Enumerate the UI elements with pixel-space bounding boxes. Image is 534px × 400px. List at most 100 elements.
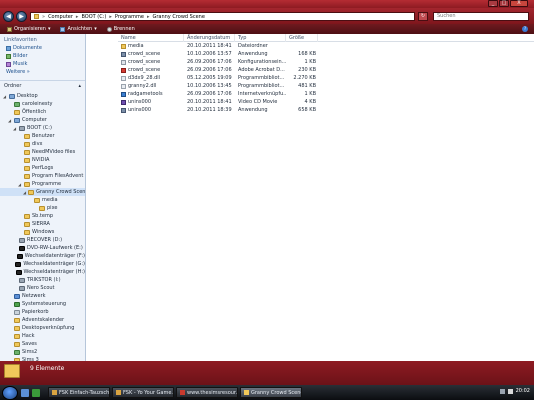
column-header-type[interactable]: Typ [235,33,286,42]
tree-node[interactable]: Nero Scout [0,284,85,292]
forward-arrow-icon[interactable]: ▶ [16,11,27,22]
expand-arrow-icon[interactable]: ◢ [23,190,26,195]
minimize-button[interactable]: _ [488,0,498,7]
drive-icon [19,237,25,243]
breadcrumb-computer[interactable]: Computer [48,14,73,20]
tree-node[interactable]: ◢ Computer [0,116,85,124]
file-row[interactable]: granny2.dll 10.10.2006 13:45 Programmbibli… [118,82,534,90]
file-row[interactable]: radgametools 26.09.2006 17:06 Internetverk… [118,90,534,98]
breadcrumb-programme[interactable]: Programme [115,14,144,20]
close-button[interactable]: X [510,0,528,7]
tree-node[interactable]: NVIDIA [0,156,85,164]
refresh-icon[interactable]: ↻ [418,12,428,21]
tree-node[interactable]: Netzwerk [0,292,85,300]
tree-node[interactable]: ◢ Programme [0,180,85,188]
tree-node-label: Systemsteuerung [22,301,67,307]
tree-node[interactable]: divx [0,140,85,148]
column-header-size[interactable]: Größe [286,33,318,42]
app-file-icon [121,107,126,113]
tree-node[interactable]: Sims2 [0,348,85,356]
column-header-date[interactable]: Änderungsdatum [184,33,235,42]
file-row[interactable]: media 20.10.2011 18:41 Dateiordner [118,42,534,50]
tree-node[interactable]: Sb.temp [0,212,85,220]
file-type: Programmbibliot... [238,75,285,81]
tree-node[interactable]: media [0,196,85,204]
taskbar-button[interactable]: www.thesimsresour... [176,387,238,398]
file-type: Anwendung [238,107,268,113]
net-icon [14,293,20,299]
file-type: Anwendung [238,51,268,57]
breadcrumb-boot-drive[interactable]: BOOT (C:) [81,14,106,20]
tree-node[interactable]: RECOVER (D:) [0,236,85,244]
drive-icon [19,277,25,283]
views-button[interactable]: Ansichten ▾ [55,26,101,32]
column-header-name[interactable]: Name [118,33,184,42]
address-bar[interactable]: » Computer ▸ BOOT (C:) ▸ Programme ▸ Gra… [30,12,415,21]
start-button[interactable] [2,385,18,400]
folder-icon [14,341,20,347]
window-controls: _ □ X [488,0,528,7]
tree-node[interactable]: Program FilesAdvent [0,172,85,180]
chevron-down-icon: ▾ [47,26,51,32]
expand-arrow-icon[interactable]: ◢ [18,182,22,187]
tree-node-label: BOOT (C:) [27,125,52,131]
tree-node[interactable]: ◢ Granny Crowd Scene [0,188,85,196]
expand-arrow-icon[interactable]: ◢ [13,126,17,131]
folder-tree: ◢ Desktop caroleinesty Öffentlich ◢ Computer ◢… [0,91,85,361]
tree-node[interactable]: NeedMVideo files [0,148,85,156]
tree-node[interactable]: ◢ BOOT (C:) [0,124,85,132]
tree-node[interactable]: Systemsteuerung [0,300,85,308]
maximize-button[interactable]: □ [499,0,509,7]
taskbar-button[interactable]: FSK Einfach-Tauzsch... [48,387,110,398]
folders-heading[interactable]: Ordner ▴ [0,80,85,91]
tree-node[interactable]: SIERRA [0,220,85,228]
tree-node[interactable]: Wechseldatenträger (F:) [0,252,85,260]
folder-icon [14,333,20,339]
back-arrow-icon[interactable]: ◀ [3,11,14,22]
help-icon[interactable]: ? [522,26,528,32]
file-date: 20.10.2011 18:41 [187,99,232,105]
burn-button[interactable]: Brennen [102,26,140,32]
tree-node[interactable]: DVD-RW-Laufwerk (E:) [0,244,85,252]
title-bar[interactable]: _ □ X [0,0,534,8]
file-row[interactable]: crowd_scene 26.09.2006 17:06 Konfiguration… [118,58,534,66]
tree-node[interactable]: TRIKSTOR (I:) [0,276,85,284]
taskbar-button[interactable]: Granny Crowd Scene [240,387,302,398]
taskbar-button[interactable]: FSK - Yo Your Game... [112,387,174,398]
file-row[interactable]: unins000 20.10.2011 18:41 Video CD Movie 4 … [118,98,534,106]
quicklaunch-browser-icon[interactable] [32,388,40,397]
expand-arrow-icon[interactable]: ◢ [3,94,7,99]
tree-node[interactable]: ◢ Desktop [0,92,85,100]
tree-node[interactable]: Wechseldatenträger (H:) [0,268,85,276]
tree-node[interactable]: Öffentlich [0,108,85,116]
tree-node[interactable]: Windows [0,228,85,236]
quicklaunch-desktop-icon[interactable] [21,388,29,397]
tree-node[interactable]: Desktopverknüpfung [0,324,85,332]
tree-node[interactable]: caroleinesty [0,100,85,108]
volume-icon[interactable] [507,388,513,394]
tree-node[interactable]: Benutzer [0,132,85,140]
tree-node[interactable]: Wechseldatenträger (G:) [0,260,85,268]
tree-node[interactable]: Hack [0,332,85,340]
tree-node[interactable]: pixe [0,204,85,212]
expand-arrow-icon[interactable]: ◢ [8,118,12,123]
search-input[interactable]: Suchen [433,12,529,21]
more-favorites-link[interactable]: Weitere » [0,68,85,76]
tree-node[interactable]: Papierkorb [0,308,85,316]
tree-node[interactable]: PerfLogs [0,164,85,172]
views-label: Ansichten [67,26,93,32]
file-type: Dateiordner [238,43,268,49]
clock[interactable]: 20:02 [516,388,530,394]
file-row[interactable]: d3dx9_28.dll 05.12.2005 19:09 Programmbibl… [118,74,534,82]
favorite-music[interactable]: Musik [0,60,85,68]
breadcrumb-current-folder[interactable]: Granny Crowd Scene [152,14,204,20]
favorite-pictures[interactable]: Bilder [0,52,85,60]
network-icon[interactable] [499,388,505,394]
file-row[interactable]: crowd_scene 10.10.2006 13:57 Anwendung 168 … [118,50,534,58]
file-row[interactable]: crowd_scene 26.09.2006 17:06 Adobe Acrobat… [118,66,534,74]
tree-node[interactable]: Saves [0,340,85,348]
file-row[interactable]: unins000 20.10.2011 18:39 Anwendung 658 KB [118,106,534,114]
organize-button[interactable]: Organisieren ▾ [2,26,55,32]
favorite-documents[interactable]: Dokumente [0,44,85,52]
tree-node[interactable]: Adventskalender [0,316,85,324]
